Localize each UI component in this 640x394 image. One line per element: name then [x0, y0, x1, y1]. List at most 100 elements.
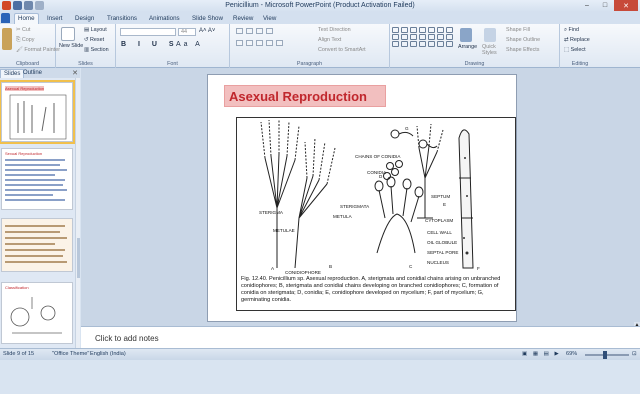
align-right-icon[interactable] — [256, 40, 263, 46]
zoom-level[interactable]: 69% — [566, 351, 577, 357]
slide-title[interactable]: Asexual Reproduction — [224, 85, 386, 107]
format-painter-button[interactable]: 🖌 Format Painter — [16, 47, 60, 53]
pane-scrollbar[interactable] — [75, 78, 80, 348]
arrange-button[interactable]: Arrange — [458, 44, 477, 50]
font-style-buttons[interactable]: B I U S — [121, 41, 179, 48]
notes-placeholder: Click to add notes — [95, 334, 159, 343]
justify-icon[interactable] — [266, 40, 273, 46]
zoom-slider-thumb[interactable] — [603, 351, 607, 359]
replace-button[interactable]: ⇄ Replace — [564, 37, 590, 43]
tab-animations[interactable]: Animations — [146, 14, 183, 24]
new-slide-icon[interactable] — [61, 27, 75, 41]
language[interactable]: English (India) — [90, 351, 126, 357]
zoom-slider[interactable] — [585, 354, 629, 356]
label-septal-pore: SEPTAL PORE — [427, 250, 458, 255]
tab-outline[interactable]: Outline — [20, 69, 45, 77]
align-text-button[interactable]: Align Text — [318, 37, 341, 43]
tab-view[interactable]: View — [260, 14, 279, 24]
editing-label: Editing — [571, 61, 589, 67]
label-septum: SEPTUM — [431, 194, 450, 199]
decrease-indent-icon[interactable] — [256, 28, 263, 34]
slides-pane: Slides Outline ✕ Asexual Reproduction Se… — [0, 68, 80, 348]
penicillium-diagram: CHAINS OF CONIDIA CONIDIA STERIGMATA MET… — [259, 119, 480, 275]
align-left-icon[interactable] — [236, 40, 243, 46]
label-chains: CHAINS OF CONIDIA — [355, 154, 401, 159]
ribbon-tabs: Home Insert Design Transitions Animation… — [0, 12, 640, 24]
editing-group: ⌕ Find ⇄ Replace ⬚ Select Editing — [560, 24, 600, 68]
arrange-icon[interactable] — [460, 28, 472, 42]
section-button[interactable]: ▥ Section — [84, 47, 109, 53]
shape-effects-button[interactable]: Shape Effects — [506, 47, 539, 53]
font-grow-icon[interactable]: A˄ A˅ — [199, 28, 215, 34]
fit-slide-icon[interactable]: ⊡ — [632, 351, 637, 357]
tab-design[interactable]: Design — [72, 14, 97, 24]
bullets-icon[interactable] — [236, 28, 243, 34]
tab-home[interactable]: Home — [14, 13, 39, 24]
label-g: G — [405, 126, 409, 131]
thumb-figure — [9, 94, 67, 140]
quick-styles-icon[interactable] — [484, 28, 496, 42]
label-sterigma: STERIGMA — [259, 210, 284, 215]
maximize-button[interactable]: □ — [596, 0, 614, 11]
minimize-button[interactable]: – — [578, 0, 596, 11]
label-cytoplasm: CYTOPLASM — [425, 218, 453, 223]
shape-fill-button[interactable]: Shape Fill — [506, 27, 530, 33]
label-oil-globule: OIL GLOBULE — [427, 240, 457, 245]
window-controls: – □ ✕ — [578, 0, 638, 11]
figure-image[interactable]: CHAINS OF CONIDIA CONIDIA STERIGMATA MET… — [236, 117, 516, 311]
label-a: A — [271, 266, 275, 271]
quick-styles-button[interactable]: Quick Styles — [482, 44, 502, 56]
tab-transitions[interactable]: Transitions — [104, 14, 140, 24]
notes-pane[interactable]: Click to add notes — [81, 326, 640, 348]
label-nucleus: NUCLEUS — [427, 260, 449, 265]
font-label: Font — [167, 61, 178, 67]
label-c: C — [409, 264, 413, 269]
slide-thumbnail[interactable]: Sexual Reproduction — [1, 148, 73, 210]
align-center-icon[interactable] — [246, 40, 253, 46]
paste-button[interactable] — [2, 28, 12, 50]
columns-icon[interactable] — [276, 40, 283, 46]
file-tab[interactable] — [1, 13, 10, 23]
view-buttons[interactable]: ▣ ▦ ▤ ▶ — [522, 351, 561, 357]
find-button[interactable]: ⌕ Find — [564, 27, 579, 34]
select-button[interactable]: ⬚ Select — [564, 47, 586, 53]
slide-stage: Asexual Reproduction CHAINS OF CONIDIA C… — [81, 68, 640, 330]
increase-indent-icon[interactable] — [266, 28, 273, 34]
shape-outline-button[interactable]: Shape Outline — [506, 37, 540, 43]
close-button[interactable]: ✕ — [614, 0, 638, 11]
thumb-figure — [10, 297, 62, 334]
tab-insert[interactable]: Insert — [44, 14, 65, 24]
window-title: Penicillium - Microsoft PowerPoint (Prod… — [225, 2, 415, 9]
slide-thumbnail[interactable]: Classification — [1, 282, 73, 344]
convert-smartart-button[interactable]: Convert to SmartArt — [318, 47, 366, 53]
paragraph-label: Paragraph — [296, 61, 323, 67]
new-slide-button[interactable]: New Slide — [59, 43, 83, 49]
slides-group: New Slide ▤ Layout ↺ Reset ▥ Section Sli… — [56, 24, 116, 68]
slide-thumbnail[interactable] — [1, 218, 73, 272]
slide-thumbnail[interactable]: Asexual Reproduction — [0, 80, 75, 144]
font-group: 44 A˄ A˅ B I U S Aa A Font — [116, 24, 230, 68]
shapes-gallery[interactable] — [392, 27, 454, 47]
label-b: B — [329, 264, 332, 269]
reset-button[interactable]: ↺ Reset — [84, 37, 104, 43]
text-direction-button[interactable]: Text Direction — [318, 27, 351, 33]
pane-close-icon[interactable]: ✕ — [72, 69, 78, 77]
font-color-buttons[interactable]: Aa A — [176, 41, 203, 48]
thumb-title: Sexual Reproduction — [5, 151, 43, 156]
tab-review[interactable]: Review — [230, 14, 256, 24]
drawing-group: Arrange Quick Styles Shape Fill Shape Ou… — [390, 24, 560, 68]
numbering-icon[interactable] — [246, 28, 253, 34]
tab-slide-show[interactable]: Slide Show — [189, 14, 226, 24]
slide-counter: Slide 9 of 15 — [3, 351, 35, 357]
label-conidia: CONIDIA — [367, 170, 387, 175]
font-name-box[interactable] — [120, 28, 176, 36]
theme-name: "Office Theme" — [52, 351, 90, 357]
cut-button[interactable]: ✂ Cut — [16, 27, 30, 33]
label-cell-wall: CELL WALL — [427, 230, 452, 235]
clipboard-group: ✂ Cut ⎘ Copy 🖌 Format Painter Clipboard — [0, 24, 60, 68]
paragraph-group: Text Direction Align Text Convert to Sma… — [230, 24, 390, 68]
drawing-label: Drawing — [464, 61, 485, 67]
font-size-box[interactable]: 44 — [178, 28, 196, 36]
layout-button[interactable]: ▤ Layout — [84, 27, 107, 33]
copy-button[interactable]: ⎘ Copy — [16, 37, 34, 44]
